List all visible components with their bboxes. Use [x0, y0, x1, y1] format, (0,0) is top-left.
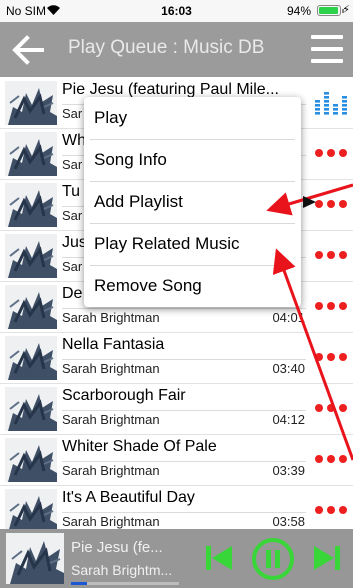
previous-button[interactable]: [205, 543, 233, 573]
song-artist: Sar: [62, 208, 83, 223]
song-row[interactable]: It's A Beautiful Day Sarah Brightman 03:58: [0, 486, 353, 529]
more-dots-icon[interactable]: [313, 350, 349, 366]
skip-previous-icon: [206, 546, 232, 570]
now-playing-artist: Sarah Brightm...: [71, 562, 173, 578]
album-art: [5, 336, 57, 380]
song-artist: Sarah Brightman: [62, 310, 160, 325]
song-title: Whiter Shade Of Pale: [62, 438, 217, 455]
next-button[interactable]: [313, 543, 341, 573]
album-art: [5, 285, 57, 329]
song-row[interactable]: Whiter Shade Of Pale Sarah Brightman 03:39: [0, 435, 353, 486]
menu-item-song-info[interactable]: Song Info: [84, 139, 301, 181]
menu-item-remove-song[interactable]: Remove Song: [84, 265, 301, 307]
album-art: [5, 183, 57, 227]
song-title: It's A Beautiful Day: [62, 489, 195, 506]
song-row[interactable]: Nella Fantasia Sarah Brightman 03:40: [0, 333, 353, 384]
more-dots-icon[interactable]: [313, 503, 349, 519]
playback-progress-bar[interactable]: [71, 582, 179, 585]
more-dots-icon[interactable]: [313, 452, 349, 468]
song-row[interactable]: Scarborough Fair Sarah Brightman 04:12: [0, 384, 353, 435]
battery-percent: 94%: [286, 4, 311, 18]
menu-item-play-related-music[interactable]: Play Related Music: [84, 223, 301, 265]
song-duration: 04:12: [272, 412, 305, 427]
song-artist: Sar: [62, 259, 83, 274]
album-art: [5, 489, 57, 529]
album-art: [5, 387, 57, 431]
more-dots-icon[interactable]: [313, 146, 349, 162]
song-duration: 03:39: [272, 463, 305, 478]
charging-icon: ⚡: [342, 4, 350, 16]
now-playing-title: Pie Jesu (fe...: [71, 539, 163, 556]
song-duration: 03:58: [272, 514, 305, 529]
pause-circle-icon: [252, 538, 294, 580]
equalizer-icon: [313, 88, 349, 118]
hamburger-menu-icon[interactable]: [309, 32, 345, 66]
arrow-left-icon: [12, 35, 44, 65]
page-title: Play Queue : Music DB: [68, 37, 265, 58]
pause-button[interactable]: [251, 537, 295, 581]
more-dots-icon[interactable]: [313, 248, 349, 264]
battery-level: [319, 7, 338, 14]
album-art: [5, 234, 57, 278]
more-dots-icon[interactable]: [313, 299, 349, 315]
skip-next-icon: [314, 546, 340, 570]
now-playing-album-art[interactable]: [6, 533, 64, 584]
song-artist: Sarah Brightman: [62, 412, 160, 427]
now-playing-bar[interactable]: Pie Jesu (fe... Sarah Brightm...: [0, 529, 353, 588]
song-context-menu: Play Song Info Add Playlist Play Related Mu…: [84, 97, 301, 307]
song-artist: Sar: [62, 106, 83, 121]
album-art: [5, 81, 57, 125]
more-dots-icon[interactable]: [313, 197, 349, 213]
album-art: [5, 132, 57, 176]
menu-item-add-playlist[interactable]: Add Playlist: [84, 181, 301, 223]
battery-icon: [317, 5, 344, 16]
more-dots-icon[interactable]: [313, 401, 349, 417]
back-button[interactable]: [8, 30, 48, 70]
album-art: [5, 438, 57, 482]
song-duration: 04:01: [272, 310, 305, 325]
song-artist: Sarah Brightman: [62, 514, 160, 529]
status-bar: No SIM 16:03 94% ⚡: [0, 0, 353, 22]
header-bar: Play Queue : Music DB: [0, 22, 353, 77]
song-artist: Sarah Brightman: [62, 361, 160, 376]
song-title: Scarborough Fair: [62, 387, 186, 404]
song-artist: Sarah Brightman: [62, 463, 160, 478]
song-title: Nella Fantasia: [62, 336, 165, 353]
song-duration: 03:40: [272, 361, 305, 376]
playback-progress-fill: [71, 582, 88, 585]
menu-item-play[interactable]: Play: [84, 97, 301, 139]
song-artist: Sar: [62, 157, 83, 172]
